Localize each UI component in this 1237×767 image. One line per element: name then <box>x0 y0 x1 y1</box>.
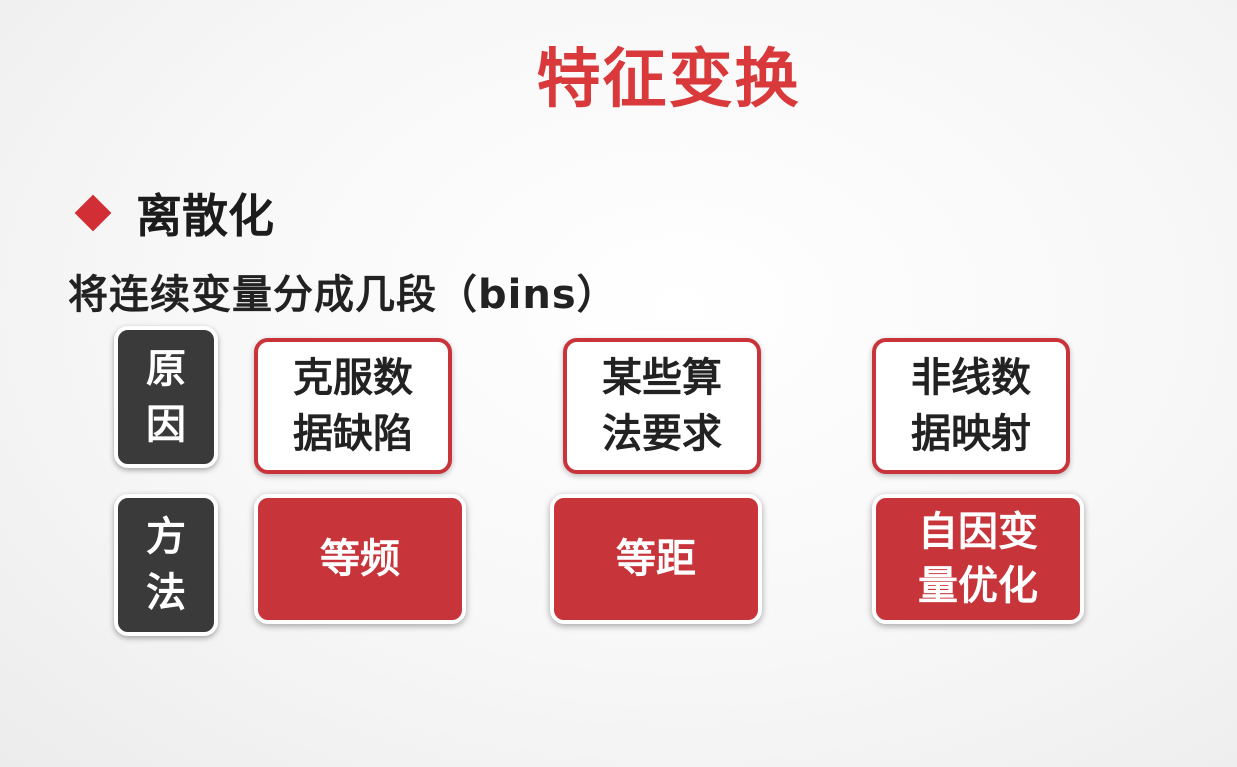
method-box-target-optimization: 自因变 量优化 <box>872 494 1084 624</box>
method-row-label: 方 法 <box>114 494 218 636</box>
reason-row-label: 原 因 <box>114 326 218 468</box>
diamond-bullet-icon <box>74 194 112 232</box>
bullet-heading-row: 离散化 <box>72 178 274 248</box>
section-heading: 离散化 <box>136 189 274 243</box>
slide-title: 特征变换 <box>536 43 801 117</box>
reason-box-nonlinear-mapping: 非线数 据映射 <box>872 338 1070 474</box>
method-box-equal-frequency: 等频 <box>254 494 466 624</box>
reason-box-algorithm-requirement: 某些算 法要求 <box>563 338 761 474</box>
reason-box-data-defects: 克服数 据缺陷 <box>254 338 452 474</box>
method-box-equal-width: 等距 <box>550 494 762 624</box>
section-subtitle: 将连续变量分成几段（bins） <box>68 272 618 318</box>
